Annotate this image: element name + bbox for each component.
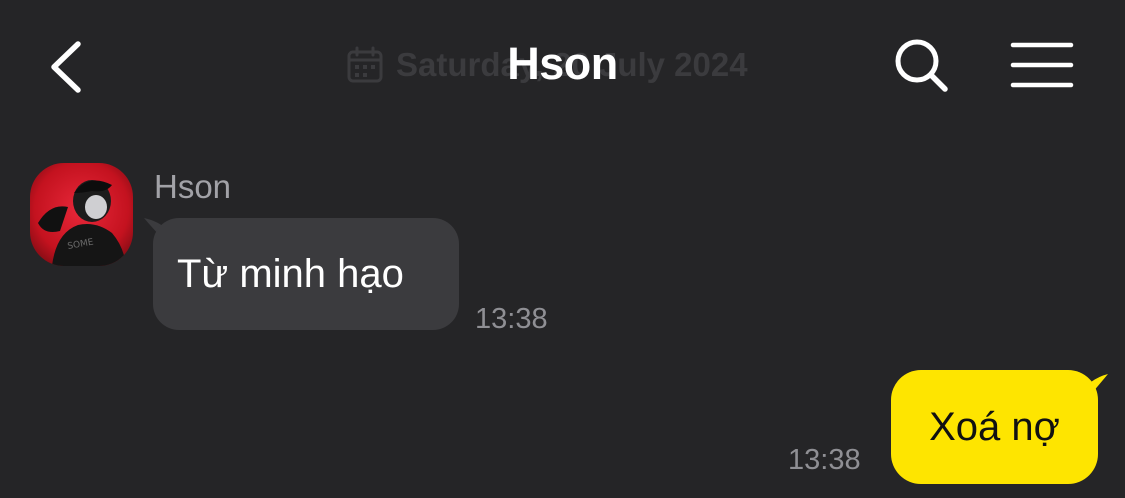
outgoing-message-time: 13:38: [788, 444, 861, 476]
incoming-message-bubble[interactable]: Từ minh hạo: [153, 218, 459, 330]
avatar-photo: SOME: [30, 163, 133, 266]
hamburger-menu-icon: [1010, 42, 1074, 88]
sender-name: Hson: [154, 168, 232, 205]
chat-header: Saturday, 20 July 2024 Hson: [0, 0, 1125, 130]
incoming-message-text: Từ minh hạo: [177, 251, 404, 296]
chat-title: Hson: [507, 38, 618, 89]
search-icon: [895, 39, 948, 92]
menu-button[interactable]: [1008, 38, 1076, 94]
outgoing-message-text: Xoá nợ: [929, 404, 1060, 449]
incoming-message-time: 13:38: [475, 303, 548, 335]
outgoing-message-bubble[interactable]: Xoá nợ: [891, 370, 1098, 484]
search-button[interactable]: [890, 36, 954, 96]
sender-avatar[interactable]: SOME: [30, 163, 133, 266]
